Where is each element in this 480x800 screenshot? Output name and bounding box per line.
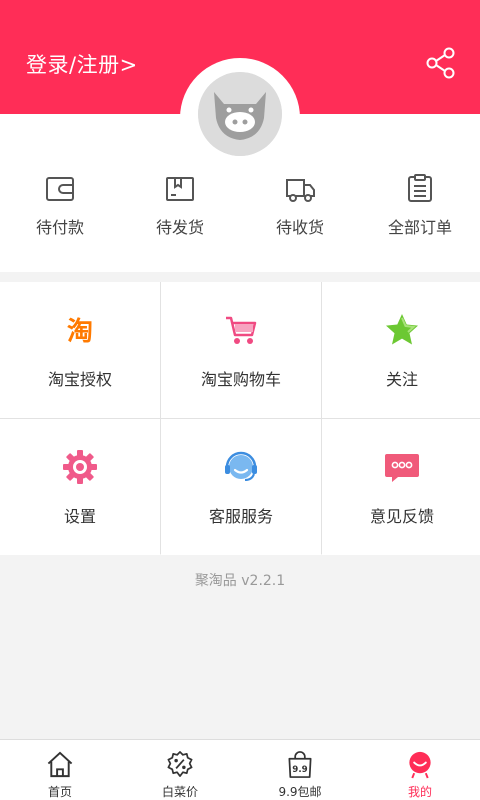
tab-home[interactable]: 首页 bbox=[0, 740, 120, 800]
svg-text:9.9: 9.9 bbox=[292, 765, 307, 775]
home-icon bbox=[47, 751, 73, 778]
service-label: 意见反馈 bbox=[369, 507, 434, 526]
order-label: 待收货 bbox=[275, 218, 324, 237]
wallet-icon bbox=[46, 177, 74, 201]
cart-icon bbox=[223, 312, 259, 348]
service-label: 设置 bbox=[63, 507, 96, 526]
tab-label: 首页 bbox=[47, 785, 72, 799]
tab-label: 9.9包邮 bbox=[278, 785, 322, 799]
discount-icon bbox=[167, 751, 193, 777]
truck-icon bbox=[286, 179, 315, 202]
order-pending-shipment[interactable]: 待发货 bbox=[120, 168, 240, 248]
share-icon[interactable] bbox=[424, 46, 458, 80]
service-label: 关注 bbox=[385, 370, 418, 389]
app-version: 聚淘品 v2.2.1 bbox=[194, 573, 286, 589]
order-label: 全部订单 bbox=[387, 218, 452, 237]
service-settings[interactable]: 设置 bbox=[0, 419, 160, 555]
order-pending-receipt[interactable]: 待收货 bbox=[240, 168, 360, 248]
tab-free-shipping[interactable]: 9.9 9.9包邮 bbox=[240, 740, 360, 800]
service-taobao-auth[interactable]: 淘 淘宝授权 bbox=[0, 282, 160, 418]
service-feedback[interactable]: 意见反馈 bbox=[322, 419, 480, 555]
bag-icon: 9.9 bbox=[288, 751, 312, 778]
clipboard-icon bbox=[408, 174, 432, 202]
services-grid: 淘 淘宝授权 淘宝购物车 关注 设置 客服服务 意见反馈 bbox=[0, 282, 480, 555]
avatar[interactable] bbox=[198, 72, 282, 156]
pig-avatar-icon bbox=[198, 72, 282, 156]
order-label: 待发货 bbox=[155, 218, 204, 237]
profile-icon bbox=[409, 751, 431, 779]
taobao-icon: 淘 bbox=[62, 312, 98, 348]
tab-label: 白菜价 bbox=[161, 785, 198, 799]
message-icon bbox=[384, 449, 420, 485]
order-status-row: 待付款 待发货 待收货 全部订单 bbox=[0, 168, 480, 248]
service-taobao-cart[interactable]: 淘宝购物车 bbox=[161, 282, 321, 418]
tab-bargain-price[interactable]: 白菜价 bbox=[120, 740, 240, 800]
tab-mine[interactable]: 我的 bbox=[360, 740, 480, 800]
service-customer-support[interactable]: 客服服务 bbox=[161, 419, 321, 555]
order-all[interactable]: 全部订单 bbox=[360, 168, 480, 248]
bottom-tab-bar: 首页 白菜价 9.9 9.9包邮 我的 bbox=[0, 739, 480, 800]
order-label: 待付款 bbox=[35, 218, 84, 237]
gear-icon bbox=[62, 449, 98, 485]
service-follow[interactable]: 关注 bbox=[322, 282, 480, 418]
service-label: 淘宝授权 bbox=[47, 370, 112, 389]
tab-label: 我的 bbox=[407, 785, 432, 799]
svg-text:淘: 淘 bbox=[67, 317, 93, 347]
star-icon bbox=[384, 312, 420, 348]
order-pending-payment[interactable]: 待付款 bbox=[0, 168, 120, 248]
login-register-link[interactable]: 登录/注册> bbox=[26, 50, 138, 80]
headset-icon bbox=[223, 449, 259, 485]
service-label: 淘宝购物车 bbox=[200, 370, 281, 389]
package-icon bbox=[166, 177, 194, 201]
service-label: 客服服务 bbox=[208, 507, 273, 526]
